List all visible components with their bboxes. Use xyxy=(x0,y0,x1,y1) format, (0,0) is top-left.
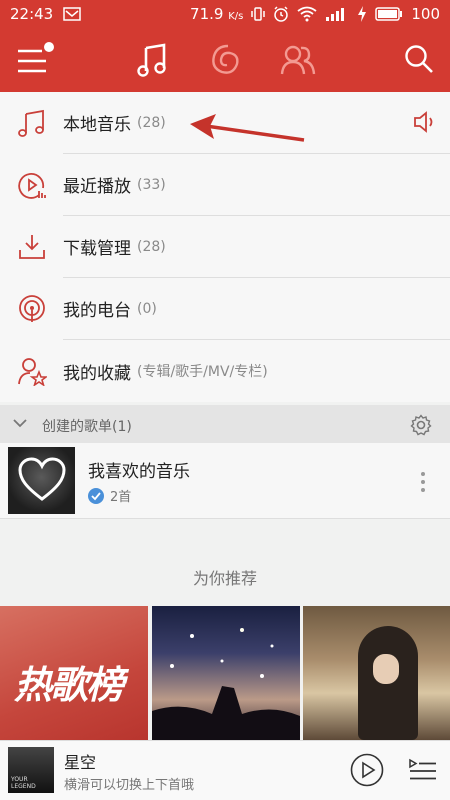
now-playing-title: 星空 xyxy=(64,753,97,772)
wifi-icon xyxy=(297,6,317,22)
playlist-meta: 2首 xyxy=(88,486,131,505)
menu-recent-play[interactable]: 最近播放 (33) xyxy=(0,154,450,216)
status-time: 22:43 xyxy=(10,5,54,23)
alarm-icon xyxy=(274,6,289,22)
friends-icon[interactable] xyxy=(280,42,316,78)
chevron-down-icon xyxy=(13,419,27,428)
section-label: 创建的歌单(1) xyxy=(42,419,132,435)
now-playing-cover: YOUR LEGEND xyxy=(8,747,54,793)
hot-chart-title: 热歌榜 xyxy=(14,663,124,707)
recommend-item-hot-chart[interactable]: 热歌榜 xyxy=(0,606,148,740)
cover-caption: YOUR LEGEND xyxy=(11,776,36,790)
radio-station-icon xyxy=(19,295,45,322)
concert-image xyxy=(152,628,300,740)
more-options-icon[interactable] xyxy=(420,471,426,493)
portrait-face xyxy=(373,654,399,684)
music-note-icon[interactable] xyxy=(136,42,170,78)
playlist-name: 我喜欢的音乐 xyxy=(88,462,190,482)
recommend-list: 热歌榜 xyxy=(0,606,450,740)
menu-downloads[interactable]: 下载管理 (28) xyxy=(0,216,450,278)
signal-icon xyxy=(326,8,345,21)
mini-player[interactable]: YOUR LEGEND 星空 横滑可以切换上下首哦 xyxy=(0,740,450,800)
search-icon[interactable] xyxy=(404,44,434,74)
notification-icon xyxy=(63,7,81,21)
downloaded-check-icon xyxy=(88,487,104,504)
net-speed: 71.9 K/s xyxy=(190,5,244,23)
speaker-icon xyxy=(414,111,433,133)
recent-play-icon xyxy=(18,173,46,199)
battery-level: 100 xyxy=(411,5,440,23)
app-header xyxy=(0,28,450,92)
vibrate-icon xyxy=(251,7,266,21)
menu-my-radio[interactable]: 我的电台 (0) xyxy=(0,278,450,340)
battery-icon xyxy=(375,7,403,21)
notification-dot xyxy=(44,42,54,52)
menu-button[interactable] xyxy=(16,42,54,76)
favorite-user-icon xyxy=(18,358,47,386)
netease-radio-icon[interactable] xyxy=(208,42,242,78)
music-note-icon xyxy=(18,109,44,137)
menu-favorites[interactable]: 我的收藏 (专辑/歌手/MV/专栏) xyxy=(0,340,450,402)
charging-icon xyxy=(358,6,367,22)
my-music-menu: 本地音乐 (28) 最近播放 (33) 下载管理 (28) 我的电台 (0) 我… xyxy=(0,92,450,402)
download-icon xyxy=(19,235,45,259)
playlist-queue-icon[interactable] xyxy=(408,756,438,784)
status-bar: 22:43 71.9 K/s 100 xyxy=(0,0,450,28)
menu-local-music[interactable]: 本地音乐 (28) xyxy=(0,92,450,154)
heart-icon xyxy=(18,457,66,501)
created-playlists-header[interactable]: 创建的歌单(1) xyxy=(0,405,450,443)
gear-icon[interactable] xyxy=(410,414,432,436)
playlist-count: 2首 xyxy=(110,490,132,505)
recommend-item-portrait[interactable] xyxy=(303,606,450,740)
play-icon[interactable] xyxy=(350,753,384,787)
recommend-title: 为你推荐 xyxy=(192,569,257,588)
playlist-item-liked[interactable]: 我喜欢的音乐 2首 xyxy=(0,443,450,519)
header-tabs xyxy=(136,42,316,78)
swipe-hint: 横滑可以切换上下首哦 xyxy=(64,778,195,793)
recommend-item-concert[interactable] xyxy=(152,606,300,740)
playlist-cover xyxy=(8,447,75,514)
